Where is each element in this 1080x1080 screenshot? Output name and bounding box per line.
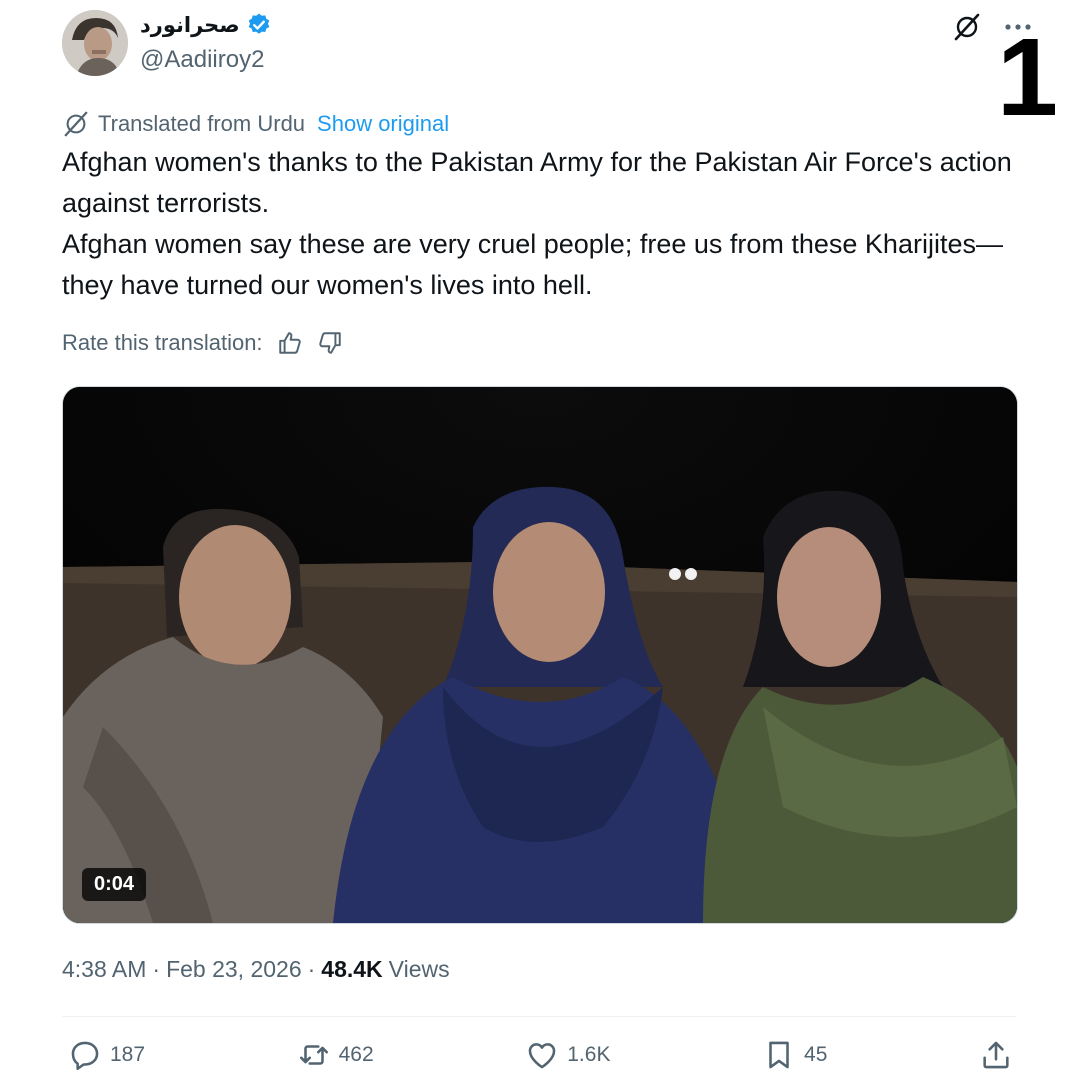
thumbs-down-icon[interactable] [317,330,343,356]
show-original-link[interactable]: Show original [317,111,449,137]
thumbs-up-icon[interactable] [277,330,303,356]
share-icon [983,1041,1009,1069]
repost-button[interactable]: 462 [297,1038,374,1072]
share-button[interactable] [979,1038,1013,1072]
divider [62,1016,1016,1017]
post-time[interactable]: 4:38 AM [62,956,146,983]
reply-icon [71,1041,99,1071]
reply-button[interactable]: 187 [68,1038,145,1072]
avatar-image [62,10,128,76]
action-bar: 187 462 1.6K 45 [68,1038,1013,1072]
tweet-text: Afghan women's thanks to the Pakistan Ar… [62,142,1022,306]
grok-icon [64,111,88,137]
rate-translation: Rate this translation: [62,330,343,356]
like-count: 1.6K [567,1043,611,1066]
grok-icon[interactable] [952,12,982,42]
rate-label: Rate this translation: [62,330,263,355]
translated-label: Translated from Urdu [98,111,306,136]
display-name[interactable]: صحرانورد [140,12,272,38]
display-name-text: صحرانورد [140,13,240,37]
tweet-paragraph: Afghan women say these are very cruel pe… [62,229,1003,300]
avatar[interactable] [62,10,128,76]
like-button[interactable]: 1.6K [525,1038,610,1072]
video-duration: 0:04 [82,868,147,901]
separator: · [307,956,316,982]
video-player[interactable] [62,386,1018,924]
bookmark-icon [769,1041,789,1069]
bookmark-button[interactable]: 45 [762,1038,827,1072]
tweet-meta: 4:38 AM · Feb 23, 2026 · 48.4K Views [62,956,450,983]
translation-notice: Translated from Urdu Show original [62,110,449,138]
verified-badge-icon [248,13,269,34]
corner-number: 1 [996,16,1058,139]
tweet-paragraph: Afghan women's thanks to the Pakistan Ar… [62,147,1012,218]
handle[interactable]: @Aadiiroy2 [140,46,264,74]
reply-count: 187 [110,1043,146,1066]
repost-icon [299,1045,328,1065]
video-frame [63,387,1017,923]
repost-count: 462 [338,1043,374,1066]
heart-icon [528,1043,556,1069]
views-count: 48.4K [321,956,383,982]
views-label: Views [388,956,450,982]
separator: · [152,956,161,982]
post-date[interactable]: Feb 23, 2026 [166,956,302,983]
bookmark-count: 45 [804,1043,828,1066]
